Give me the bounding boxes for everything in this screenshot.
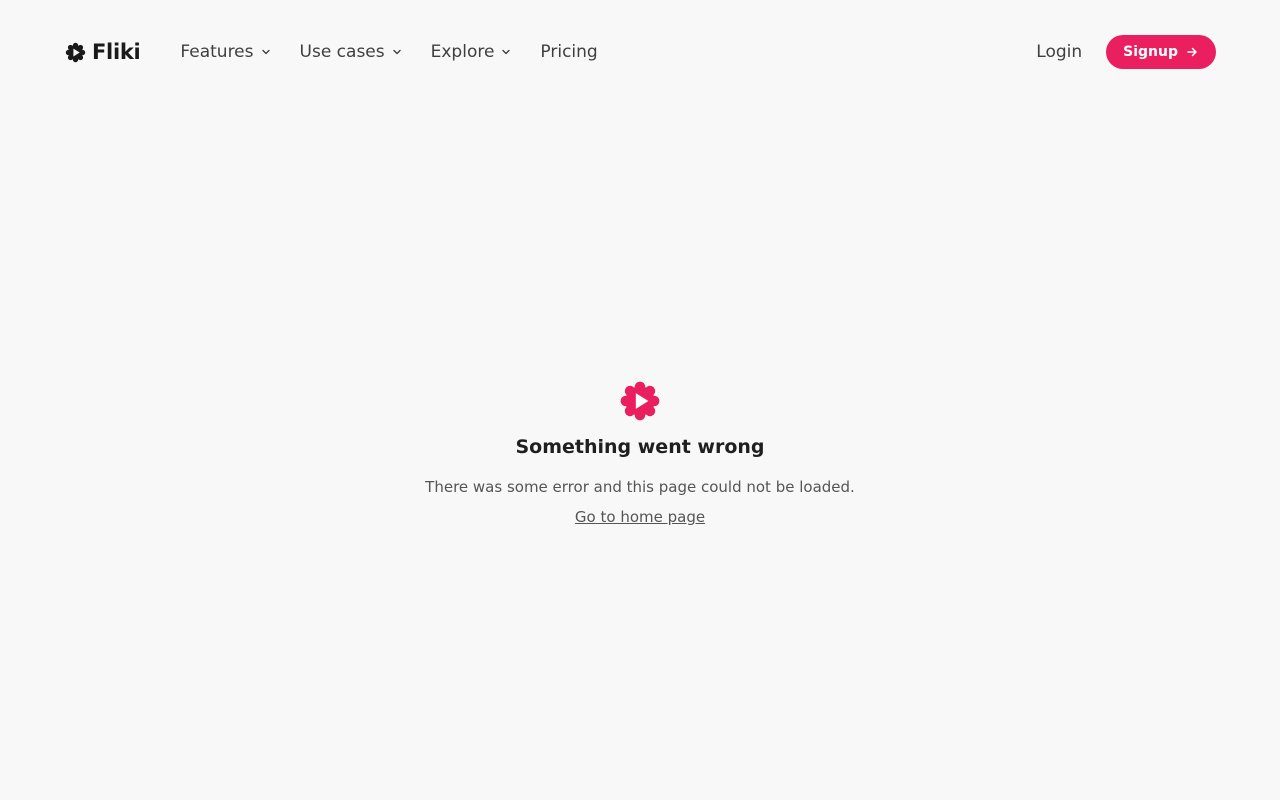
nav-item-label: Features <box>180 42 254 62</box>
error-panel: Something went wrong There was some erro… <box>0 380 1280 526</box>
go-home-link[interactable]: Go to home page <box>575 508 705 526</box>
arrow-right-icon <box>1187 47 1197 57</box>
chevron-down-icon <box>502 49 511 55</box>
brand-name: Fliki <box>92 40 141 64</box>
nav-item-label: Use cases <box>299 42 385 62</box>
nav-item-explore[interactable]: Explore <box>431 42 513 62</box>
brand-logo-link[interactable]: Fliki <box>65 40 141 64</box>
nav-item-pricing[interactable]: Pricing <box>540 42 597 62</box>
chevron-down-icon <box>261 49 270 55</box>
login-link[interactable]: Login <box>1036 42 1082 62</box>
main-nav: Features Use cases Explore Pricing <box>180 42 625 62</box>
signup-button[interactable]: Signup <box>1106 35 1216 69</box>
site-header: Fliki Features Use cases Explore Pricing… <box>0 0 1280 104</box>
flower-play-icon <box>65 42 86 62</box>
nav-item-features[interactable]: Features <box>180 42 271 62</box>
error-message: There was some error and this page could… <box>425 478 855 496</box>
flower-play-icon <box>620 381 660 421</box>
error-title-text: Something went wrong <box>515 436 765 458</box>
signup-label: Signup <box>1123 44 1178 60</box>
nav-item-use-cases[interactable]: Use cases <box>300 42 403 62</box>
chevron-down-icon <box>392 49 401 55</box>
nav-item-label: Explore <box>430 42 495 62</box>
error-title: Something went wrong <box>515 436 764 458</box>
error-logo <box>619 380 661 426</box>
nav-item-label: Pricing <box>540 42 598 62</box>
